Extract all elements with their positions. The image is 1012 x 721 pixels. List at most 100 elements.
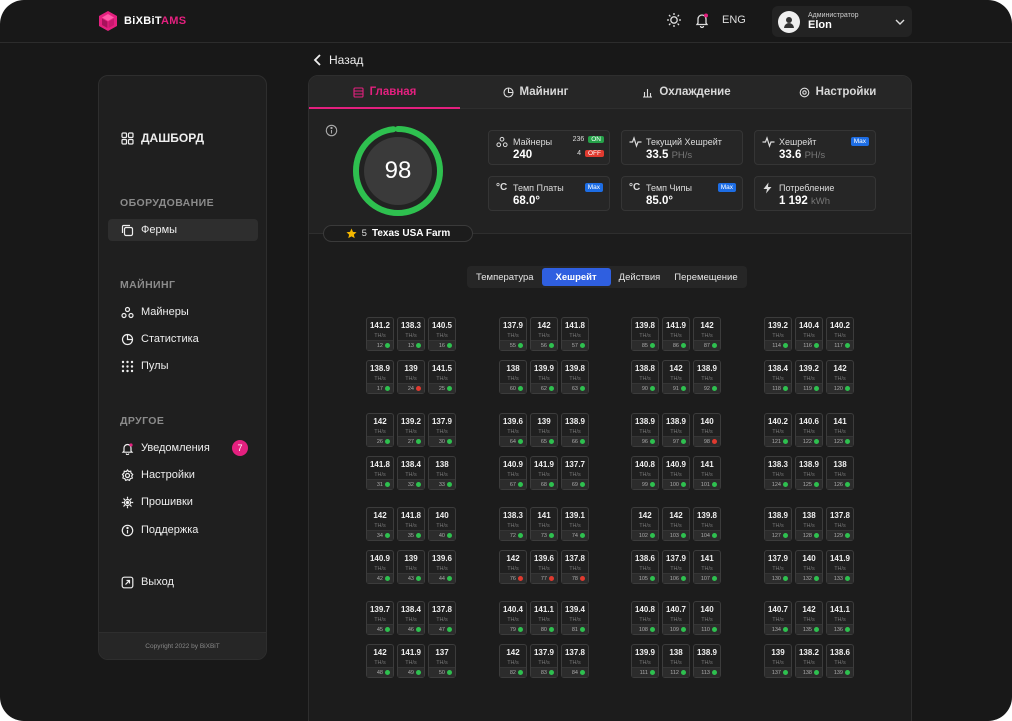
miner-cell[interactable]: 142 TH/s 91	[662, 360, 690, 394]
miner-cell[interactable]: 137.9 TH/s 55	[499, 317, 527, 351]
tab-main[interactable]: Главная	[309, 76, 460, 109]
sidebar-item-logout[interactable]: Выход	[108, 571, 258, 593]
miner-cell[interactable]: 142 TH/s 34	[366, 507, 394, 541]
info-icon[interactable]	[325, 124, 338, 137]
user-menu[interactable]: Администратор Elon	[772, 6, 912, 37]
sidebar-item-settings[interactable]: Настройки	[108, 464, 258, 486]
miner-cell[interactable]: 140.9 TH/s 100	[662, 456, 690, 490]
miner-cell[interactable]: 138.9 TH/s 17	[366, 360, 394, 394]
miner-cell[interactable]: 137.9 TH/s 106	[662, 550, 690, 584]
miner-cell[interactable]: 142 TH/s 135	[795, 601, 823, 635]
miner-cell[interactable]: 137 TH/s 50	[428, 644, 456, 678]
miner-cell[interactable]: 140 TH/s 40	[428, 507, 456, 541]
miner-cell[interactable]: 140 TH/s 110	[693, 601, 721, 635]
miner-cell[interactable]: 138.4 TH/s 32	[397, 456, 425, 490]
miner-cell[interactable]: 139.8 TH/s 63	[561, 360, 589, 394]
miner-cell[interactable]: 142 TH/s 76	[499, 550, 527, 584]
miner-cell[interactable]: 142 TH/s 120	[826, 360, 854, 394]
miner-cell[interactable]: 137.8 TH/s 47	[428, 601, 456, 635]
sidebar-item-notifications[interactable]: Уведомления 7	[108, 437, 258, 459]
miner-cell[interactable]: 137.7 TH/s 69	[561, 456, 589, 490]
miner-cell[interactable]: 140.2 TH/s 121	[764, 413, 792, 447]
logo[interactable]: BiXBiTAMS	[97, 10, 186, 32]
miner-cell[interactable]: 138.4 TH/s 46	[397, 601, 425, 635]
sidebar-item-firmware[interactable]: Прошивки	[108, 491, 258, 513]
miner-cell[interactable]: 139.2 TH/s 119	[795, 360, 823, 394]
miner-cell[interactable]: 139.2 TH/s 114	[764, 317, 792, 351]
view-hashrate[interactable]: Хешрейт	[541, 268, 611, 286]
farm-pill[interactable]: 5 Texas USA Farm	[323, 225, 473, 242]
miner-cell[interactable]: 139 TH/s 137	[764, 644, 792, 678]
miner-cell[interactable]: 139.8 TH/s 104	[693, 507, 721, 541]
miner-cell[interactable]: 142 TH/s 103	[662, 507, 690, 541]
miner-cell[interactable]: 142 TH/s 48	[366, 644, 394, 678]
miner-cell[interactable]: 141.9 TH/s 133	[826, 550, 854, 584]
miner-cell[interactable]: 140 TH/s 98	[693, 413, 721, 447]
sidebar-item-dashboard[interactable]: ДАШБОРД	[108, 127, 258, 149]
miner-cell[interactable]: 139.1 TH/s 74	[561, 507, 589, 541]
miner-cell[interactable]: 138 TH/s 33	[428, 456, 456, 490]
miner-cell[interactable]: 139.9 TH/s 111	[631, 644, 659, 678]
miner-cell[interactable]: 141.8 TH/s 31	[366, 456, 394, 490]
miner-cell[interactable]: 139.9 TH/s 62	[530, 360, 558, 394]
miner-cell[interactable]: 138.8 TH/s 90	[631, 360, 659, 394]
miner-cell[interactable]: 138 TH/s 126	[826, 456, 854, 490]
miner-cell[interactable]: 141.9 TH/s 68	[530, 456, 558, 490]
miner-cell[interactable]: 139.7 TH/s 45	[366, 601, 394, 635]
miner-cell[interactable]: 138 TH/s 60	[499, 360, 527, 394]
miner-cell[interactable]: 141.8 TH/s 57	[561, 317, 589, 351]
miner-cell[interactable]: 137.8 TH/s 129	[826, 507, 854, 541]
miner-cell[interactable]: 137.9 TH/s 83	[530, 644, 558, 678]
miner-cell[interactable]: 137.8 TH/s 78	[561, 550, 589, 584]
miner-cell[interactable]: 141 TH/s 73	[530, 507, 558, 541]
miner-cell[interactable]: 137.8 TH/s 84	[561, 644, 589, 678]
sun-icon[interactable]	[666, 12, 682, 28]
tab-mining[interactable]: Майнинг	[460, 76, 611, 108]
miner-cell[interactable]: 139.6 TH/s 44	[428, 550, 456, 584]
miner-cell[interactable]: 138.3 TH/s 13	[397, 317, 425, 351]
miner-cell[interactable]: 142 TH/s 26	[366, 413, 394, 447]
miner-cell[interactable]: 137.9 TH/s 30	[428, 413, 456, 447]
miner-cell[interactable]: 139.8 TH/s 85	[631, 317, 659, 351]
miner-cell[interactable]: 139.6 TH/s 77	[530, 550, 558, 584]
miner-cell[interactable]: 140.6 TH/s 122	[795, 413, 823, 447]
miner-cell[interactable]: 140.9 TH/s 42	[366, 550, 394, 584]
miner-cell[interactable]: 140.8 TH/s 108	[631, 601, 659, 635]
miner-cell[interactable]: 138.9 TH/s 125	[795, 456, 823, 490]
miner-cell[interactable]: 142 TH/s 102	[631, 507, 659, 541]
miner-cell[interactable]: 138.9 TH/s 113	[693, 644, 721, 678]
miner-cell[interactable]: 138.4 TH/s 118	[764, 360, 792, 394]
view-temperature[interactable]: Температура	[470, 268, 540, 286]
miner-cell[interactable]: 138.9 TH/s 66	[561, 413, 589, 447]
sidebar-item-statistics[interactable]: Статистика	[108, 328, 258, 350]
miner-cell[interactable]: 139 TH/s 24	[397, 360, 425, 394]
sidebar-item-support[interactable]: Поддержка	[108, 519, 258, 541]
miner-cell[interactable]: 138 TH/s 128	[795, 507, 823, 541]
miner-cell[interactable]: 140.7 TH/s 109	[662, 601, 690, 635]
miner-cell[interactable]: 141.5 TH/s 25	[428, 360, 456, 394]
sidebar-item-farms[interactable]: Фермы	[108, 219, 258, 241]
miner-cell[interactable]: 141.1 TH/s 80	[530, 601, 558, 635]
miner-cell[interactable]: 138.2 TH/s 138	[795, 644, 823, 678]
sidebar-item-miners[interactable]: Майнеры	[108, 301, 258, 323]
miner-cell[interactable]: 138.3 TH/s 124	[764, 456, 792, 490]
miner-cell[interactable]: 140.7 TH/s 134	[764, 601, 792, 635]
back-button[interactable]: Назад	[313, 53, 363, 67]
miner-cell[interactable]: 140.4 TH/s 116	[795, 317, 823, 351]
miner-cell[interactable]: 141.1 TH/s 136	[826, 601, 854, 635]
miner-cell[interactable]: 141.2 TH/s 12	[366, 317, 394, 351]
miner-cell[interactable]: 142 TH/s 56	[530, 317, 558, 351]
miner-cell[interactable]: 139 TH/s 65	[530, 413, 558, 447]
view-actions[interactable]: Действия	[613, 268, 667, 286]
miner-cell[interactable]: 141.9 TH/s 86	[662, 317, 690, 351]
miner-cell[interactable]: 138.9 TH/s 97	[662, 413, 690, 447]
miner-cell[interactable]: 141 TH/s 101	[693, 456, 721, 490]
miner-cell[interactable]: 141 TH/s 107	[693, 550, 721, 584]
tab-settings[interactable]: Настройки	[762, 76, 911, 108]
language-switch[interactable]: ENG	[722, 14, 746, 26]
miner-cell[interactable]: 138.9 TH/s 127	[764, 507, 792, 541]
view-movement[interactable]: Перемещение	[668, 268, 743, 286]
miner-cell[interactable]: 138 TH/s 112	[662, 644, 690, 678]
miner-cell[interactable]: 137.9 TH/s 130	[764, 550, 792, 584]
miner-cell[interactable]: 140.2 TH/s 117	[826, 317, 854, 351]
